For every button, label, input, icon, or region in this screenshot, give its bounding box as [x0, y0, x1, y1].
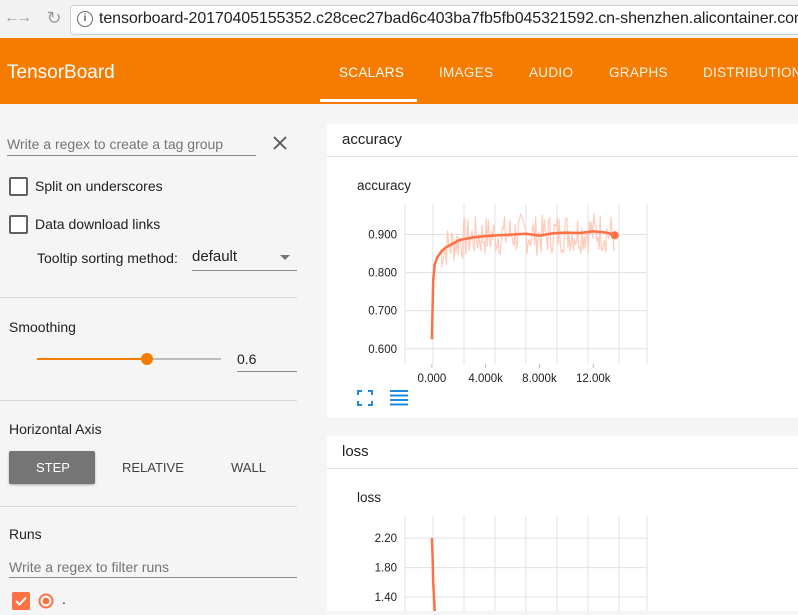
info-icon[interactable]: i: [77, 11, 93, 27]
address-bar[interactable]: i tensorboard-20170405155352.c28cec27bad…: [70, 5, 798, 35]
accuracy-card-title: accuracy: [342, 131, 403, 148]
loss-y-tick-label: 2.20: [375, 533, 397, 545]
accuracy-x-tick-label: 8.000k: [522, 373, 557, 385]
loss-chart[interactable]: 2.201.801.401.00: [327, 469, 798, 611]
axis-step-label: STEP: [36, 460, 70, 475]
divider: [0, 506, 297, 507]
smoothing-value-input[interactable]: 0.6: [237, 351, 256, 367]
accuracy-series-group: [430, 212, 619, 340]
axis-step-button[interactable]: STEP: [9, 451, 95, 484]
axis-wall-button[interactable]: WALL: [231, 460, 266, 475]
accuracy-chart[interactable]: 0.600 0.700 0.800 0.900 0.000 4.000k 8.000k 12.…: [327, 157, 798, 418]
accuracy-x-tick-label: 4.000k: [468, 373, 503, 385]
loss-card-title: loss: [342, 443, 369, 460]
forward-icon[interactable]: →: [14, 8, 34, 28]
data-download-label: Data download links: [35, 216, 161, 232]
divider: [0, 297, 297, 298]
browser-toolbar: ← → ↻ i tensorboard-20170405155352.c28ce…: [0, 0, 798, 39]
loss-y-tick-label: 1.80: [375, 563, 397, 575]
chevron-down-icon[interactable]: [280, 255, 290, 260]
url-text[interactable]: tensorboard-20170405155352.c28cec27bad6c…: [99, 10, 798, 28]
loss-card-header[interactable]: loss: [327, 436, 798, 469]
smoothing-slider-handle[interactable]: [141, 353, 153, 365]
horizontal-axis-title: Horizontal Axis: [9, 421, 102, 437]
sidebar: Write a regex to create a tag group Spli…: [0, 104, 312, 611]
loss-card: loss 2.201.801.401.00: [327, 469, 798, 611]
split-underscores-label: Split on underscores: [35, 178, 163, 194]
tab-images[interactable]: IMAGES: [439, 65, 493, 80]
app-title: TensorBoard: [7, 62, 115, 83]
tab-distributions[interactable]: DISTRIBUTIONS: [703, 65, 798, 80]
tab-graphs[interactable]: GRAPHS: [609, 65, 668, 80]
accuracy-end-point: [610, 231, 619, 240]
accuracy-y-tick-label: 0.700: [368, 306, 397, 318]
app-header: TensorBoard SCALARS IMAGES AUDIO GRAPHS …: [0, 38, 798, 104]
reload-icon[interactable]: ↻: [44, 8, 64, 28]
tag-regex-input[interactable]: Write a regex to create a tag group: [7, 136, 223, 152]
runs-filter-underline: [9, 577, 297, 578]
run-radio[interactable]: [38, 593, 54, 609]
smoothing-value-underline: [237, 371, 297, 372]
smoothing-slider-fill: [37, 358, 147, 360]
runs-filter-input[interactable]: Write a regex to filter runs: [9, 559, 169, 575]
tag-regex-underline: [7, 155, 256, 156]
run-name: .: [62, 591, 66, 607]
accuracy-card: accuracy 0.600 0.700 0.800 0.900 0.000 4.000k…: [327, 157, 798, 418]
runs-title: Runs: [9, 526, 42, 542]
close-icon[interactable]: [270, 133, 290, 153]
accuracy-y-tick-label: 0.900: [368, 229, 397, 241]
tab-scalars[interactable]: SCALARS: [339, 65, 404, 80]
loss-y-tick-label: 1.40: [375, 592, 397, 604]
divider: [0, 400, 297, 401]
run-checkbox[interactable]: [12, 592, 30, 610]
active-tab-indicator: [320, 99, 417, 102]
toggle-data-table-icon[interactable]: [389, 389, 409, 407]
tab-audio[interactable]: AUDIO: [529, 65, 573, 80]
accuracy-y-tick-label: 0.600: [368, 344, 397, 356]
accuracy-card-header[interactable]: accuracy: [327, 124, 798, 157]
tooltip-sorting-select[interactable]: default: [192, 248, 237, 265]
accuracy-x-tick-label: 12.00k: [576, 373, 611, 385]
smoothing-title: Smoothing: [9, 319, 76, 335]
split-underscores-checkbox[interactable]: [9, 177, 28, 196]
accuracy-series-line: [430, 230, 616, 340]
tooltip-select-underline: [192, 270, 297, 271]
accuracy-x-tick-label: 0.000: [417, 373, 446, 385]
fit-domain-icon[interactable]: [357, 390, 373, 406]
tooltip-sorting-label: Tooltip sorting method:: [37, 250, 178, 266]
data-download-checkbox[interactable]: [9, 215, 28, 234]
accuracy-y-tick-label: 0.800: [368, 268, 397, 280]
axis-relative-button[interactable]: RELATIVE: [122, 460, 184, 475]
